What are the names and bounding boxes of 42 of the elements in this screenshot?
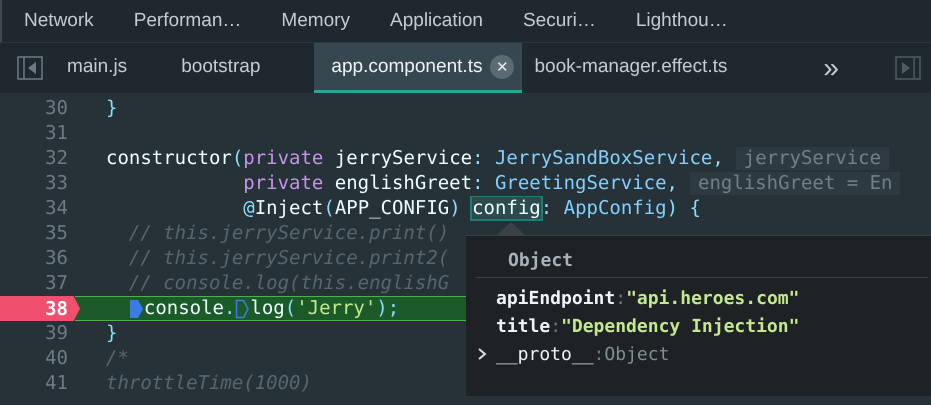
line-number: 32 [45, 146, 68, 171]
line-number: 30 [45, 96, 68, 121]
file-tab[interactable]: main.js [67, 43, 154, 93]
code-text: @Inject(APP_CONFIG) config: AppConfig) { [242, 197, 701, 220]
code-text: /* [106, 347, 129, 370]
panel-tab[interactable]: Performan… [134, 10, 242, 32]
code-text: log('Jerry'); [250, 297, 400, 320]
popover-title: Object [476, 248, 928, 278]
code-text: console. [144, 297, 236, 320]
chevron-icon[interactable] [476, 347, 488, 361]
code-text: } [106, 322, 118, 345]
inline-value-hint: englishGreet = En [690, 172, 900, 195]
panel-tab[interactable]: Memory [281, 10, 350, 32]
file-tab[interactable]: book-manager.effect.ts [534, 43, 754, 93]
panel-tab[interactable]: Lighthou… [636, 10, 728, 32]
code-text: private englishGreet: GreetingService, [242, 172, 678, 195]
property-entry: apiEndpoint:"api.heroes.com" [496, 288, 800, 308]
property-entry[interactable]: __proto__:Object [496, 344, 670, 364]
line-number: 41 [45, 371, 68, 396]
panel-tab[interactable]: Securi… [522, 10, 596, 32]
panel-tab[interactable]: Application [390, 10, 483, 32]
close-button[interactable]: ✕ [490, 54, 514, 78]
sidebar-toggle-icon[interactable] [895, 56, 921, 80]
line-number: 35 [45, 221, 68, 246]
property-entry: title:"Dependency Injection" [496, 316, 800, 336]
more-tabs-button[interactable]: » [815, 43, 847, 93]
line-number: 31 [45, 121, 68, 146]
code-text: } [106, 97, 118, 120]
panel-tab[interactable]: Network [24, 10, 94, 32]
line-number: 33 [45, 171, 68, 196]
line-number: 40 [45, 346, 68, 371]
line-number: 37 [45, 271, 68, 296]
sidebar-toggle-icon[interactable] [17, 56, 43, 80]
file-tab[interactable]: app.component.ts ✕ [314, 43, 522, 93]
step-marker-icon[interactable] [235, 298, 250, 320]
line-number: 34 [45, 196, 68, 221]
line-number: 36 [45, 246, 68, 271]
file-tab[interactable]: bootstrap [181, 43, 288, 93]
line-number: 39 [45, 321, 68, 346]
code-text: constructor(private jerryService: JerrySandBoxService, [106, 147, 724, 170]
inline-value-hint: jerryService [736, 147, 890, 170]
step-marker-icon[interactable] [128, 298, 144, 320]
